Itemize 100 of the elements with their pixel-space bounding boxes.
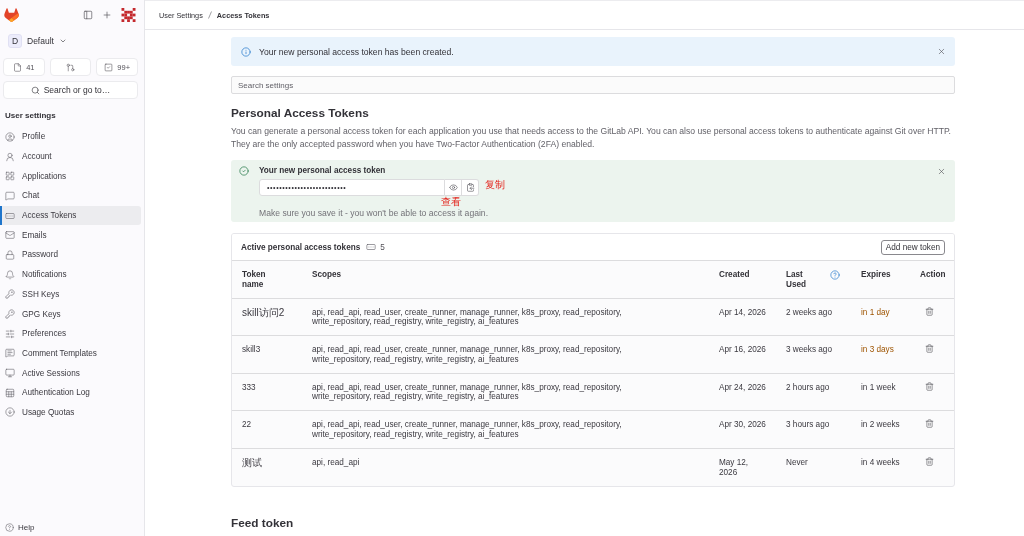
table-cell: api, read_api, read_user, create_runner, manage_runner, k8s_proxy, read_repository, write_repository, read_registry, write_registry, ai_features [302,335,709,374]
nav-item[interactable]: Notifications [0,264,141,285]
alert-message: Your new personal access token has been created. [259,46,454,57]
delete-button[interactable] [924,305,935,317]
chevron-down-icon [58,37,67,45]
delete-button[interactable] [924,455,935,467]
close-icon [937,167,946,176]
table-cell: 2 weeks ago [776,298,851,336]
grid-icon [5,171,15,182]
clipboard-icon [465,183,475,192]
key-icon [5,289,15,300]
copy-button[interactable] [462,179,479,196]
nav-item[interactable]: Usage Quotas [0,402,141,423]
trash-icon [925,419,934,429]
nav-item[interactable]: Emails [0,225,141,246]
token-title: Your new personal access token [259,166,387,176]
eye-icon [448,183,458,192]
table-cell: 3 hours ago [776,410,851,449]
trash-icon [925,456,934,466]
trash-icon [925,344,934,354]
close-button[interactable] [937,167,946,176]
table-cell: skill3 [232,335,302,374]
section-description: You can generate a personal access token for each application you use that needs access to the GitLab API. You can also use personal access tokens to authenticate against Git over HTTP. They are the only accepted password when you have Two-Factor Authentication (2FA) enabled. [231,125,952,151]
help-icon[interactable] [830,270,840,280]
checkbox-icon [104,62,114,72]
column-header: Expires [861,270,891,280]
chat-bubble-icon [5,190,15,201]
table-cell: api, read_api, read_user, create_runner, manage_runner, k8s_proxy, read_repository, write_repository, read_registry, write_registry, ai_features [302,298,709,336]
dotted-rectangle-icon [5,210,15,221]
logo-icon[interactable] [4,8,19,22]
help-icon [5,523,14,532]
user-icon [5,151,15,162]
nav-item[interactable]: Password [0,245,141,265]
column-header: Scopes [312,270,342,280]
nav-item[interactable]: Access Tokens [0,205,141,226]
table-cell: in 1 day [851,298,910,336]
user-circle-icon [5,131,15,142]
slash-icon [207,11,212,19]
project-switcher-button[interactable]: D Default [4,32,71,50]
table-cell: Apr 24, 2026 [709,373,776,411]
table-cell: 3 weeks ago [776,335,851,374]
nav-item[interactable]: Profile [0,127,141,147]
comment-icon [5,348,15,359]
table-cell: in 4 weeks [851,448,910,486]
document-icon [13,62,23,72]
nav-item[interactable]: Chat [0,186,141,206]
close-icon [937,47,946,56]
search-icon [30,85,40,95]
pixel-avatar-icon [121,8,136,22]
nav-item[interactable]: Comment Templates [0,343,141,364]
table-cell: Apr 30, 2026 [709,410,776,449]
close-button[interactable] [937,47,946,56]
section-heading: Feed token [231,515,295,531]
table-cell: in 3 days [851,335,910,374]
nav-item[interactable]: Preferences [0,323,141,344]
token-hint: Make sure you save it - you won't be able to access it again. [259,208,489,218]
reveal-button[interactable] [445,179,462,196]
column-header: Last Used [786,270,808,290]
card-title: Active personal access tokens [241,242,361,252]
lock-icon [5,249,15,260]
add-token-button[interactable]: Add new token [880,239,945,255]
check-circle-icon [239,166,249,176]
table-cell: Apr 14, 2026 [709,298,776,336]
delete-button[interactable] [924,418,935,430]
nav-item[interactable]: Authentication Log [0,382,141,403]
key-icon [5,309,15,320]
dotted-rectangle-icon [366,242,377,252]
table-cell: in 2 weeks [851,410,910,449]
table-cell: api, read_api, read_user, create_runner, manage_runner, k8s_proxy, read_repository, write_repository, read_registry, write_registry, ai_features [302,410,709,449]
bell-icon [5,269,15,280]
nav-item[interactable]: GPG Keys [0,304,141,324]
nav-item[interactable]: SSH Keys [0,284,141,305]
table-cell: skill访问2 [232,298,302,336]
merge-requests-button[interactable] [49,58,92,76]
token-count: 5 [380,242,385,252]
table-cell: Apr 16, 2026 [709,335,776,374]
search-button[interactable]: Search or go to… [3,81,138,99]
help-link[interactable]: Help [0,521,35,534]
nav-item[interactable]: Active Sessions [0,363,141,383]
column-header: Token name [242,270,267,290]
annotation-label: 查看 [441,197,461,207]
search-settings-field[interactable]: Search settings [231,76,955,94]
table-cell: 22 [232,410,302,449]
table-cell: May 12, 2026 [709,448,776,486]
info-icon [241,46,251,57]
sliders-icon [5,328,15,339]
annotation-label: 复制 [485,180,505,190]
panel-icon [83,10,93,20]
table-cell: api, read_api [302,448,709,486]
table-cell: in 1 week [851,373,910,411]
delete-button[interactable] [924,380,935,392]
sidebar-toggle-button[interactable] [81,8,95,22]
trash-icon [925,306,934,316]
merge-request-icon [66,62,75,72]
user-menu-button[interactable] [119,6,138,24]
section-heading: Personal Access Tokens [231,106,370,121]
delete-button[interactable] [924,343,935,355]
nav-item[interactable]: Applications [0,166,141,187]
trash-icon [925,381,934,391]
nav-item[interactable]: Account [0,146,141,167]
